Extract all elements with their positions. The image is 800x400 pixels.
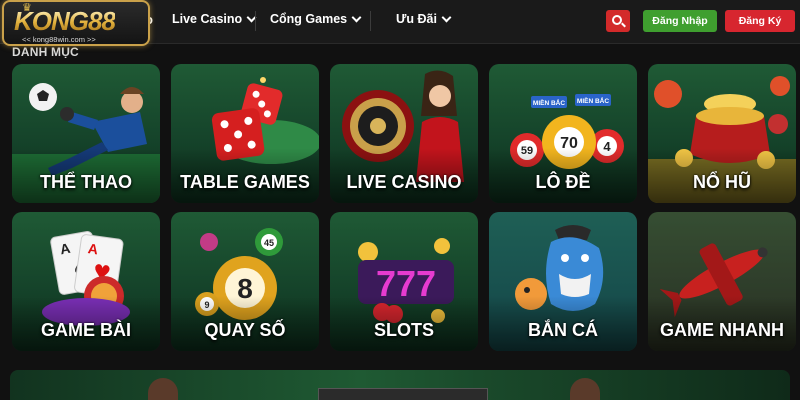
category-tile-lo-de[interactable]: MIỀN BẮC MIỀN BẮC 59 4 70 LÔ ĐỀ	[489, 64, 637, 203]
category-tile-no-hu[interactable]: NỔ HŨ	[648, 64, 796, 203]
login-button[interactable]: Đăng Nhập	[643, 10, 717, 32]
category-label: GAME NHANH	[660, 320, 784, 340]
category-label: LIVE CASINO	[346, 172, 462, 192]
nav-item-cong-games[interactable]: Cổng Games	[270, 12, 362, 26]
ball-number: 45	[264, 238, 274, 248]
category-label: GAME BÀI	[41, 320, 131, 340]
category-tile-table-games[interactable]: TABLE GAMES	[171, 64, 319, 203]
category-tile-ban-ca[interactable]: BẮN CÁ	[489, 212, 637, 351]
dealer-avatar	[570, 378, 600, 400]
category-label: TABLE GAMES	[180, 172, 310, 192]
category-label: SLOTS	[373, 320, 434, 340]
section-title: DANH MỤC	[12, 45, 79, 59]
category-tile-quay-so[interactable]: 45 8 9 QUAY SỐ	[171, 212, 319, 351]
logo-text: KONG88	[14, 6, 116, 36]
chevron-down-icon	[441, 12, 452, 22]
register-button[interactable]: Đăng Ký	[725, 10, 795, 32]
category-label: QUAY SỐ	[204, 320, 286, 340]
category-label: BẮN CÁ	[528, 320, 598, 340]
nav-item-label: Live Casino	[172, 12, 243, 26]
logo-url: << kong88win.com >>	[22, 35, 96, 44]
category-label: NỔ HŨ	[693, 172, 751, 192]
nav-item-uu-dai[interactable]: Ưu Đãi	[396, 12, 452, 26]
category-label: LÔ ĐỀ	[535, 172, 591, 192]
category-label: THỂ THAO	[40, 172, 132, 192]
category-tile-the-thao[interactable]: THỂ THAO	[12, 64, 160, 203]
dealer-avatar	[148, 378, 178, 400]
chevron-down-icon	[351, 12, 362, 22]
live-table-preview	[318, 388, 488, 400]
category-tile-live-casino[interactable]: LIVE CASINO	[330, 64, 478, 203]
category-tile-slots[interactable]: 777 SLOTS	[330, 212, 478, 351]
nav-divider	[370, 11, 371, 31]
category-tile-game-bai[interactable]: A ♠ A ♥ GAME BÀI	[12, 212, 160, 351]
top-header: ♛ KONG88 << kong88win.com >> o Live Casi…	[0, 0, 800, 46]
nav-item-label: Cổng Games	[270, 12, 348, 26]
nav-item-live-casino[interactable]: Live Casino	[172, 12, 257, 26]
nav-divider	[255, 11, 256, 31]
nav-item-label: Ưu Đãi	[396, 12, 437, 26]
brand-logo[interactable]: ♛ KONG88 << kong88win.com >>	[2, 0, 150, 46]
category-tile-game-nhanh[interactable]: GAME NHANH	[648, 212, 796, 351]
promo-banner[interactable]	[10, 370, 790, 400]
search-button[interactable]	[606, 10, 630, 32]
